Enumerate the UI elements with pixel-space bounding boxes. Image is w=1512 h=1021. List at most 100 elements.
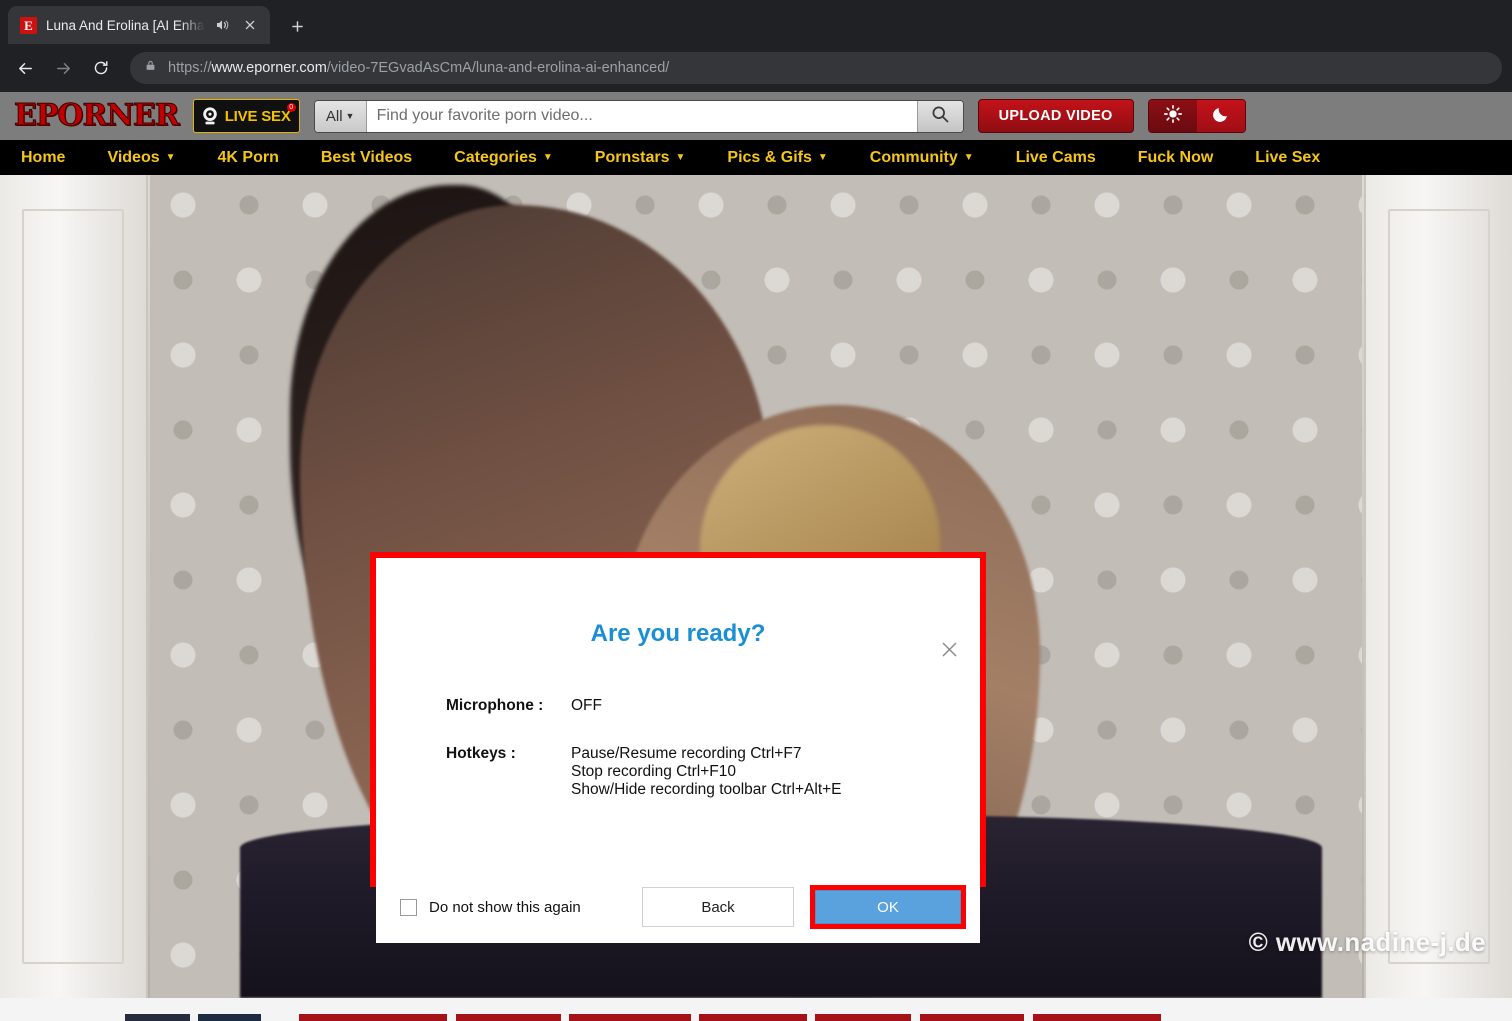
nav-item-4k-porn[interactable]: 4K Porn <box>197 140 300 175</box>
nav-item-home[interactable]: Home <box>0 140 86 175</box>
microphone-label: Microphone : <box>446 697 544 714</box>
video-watermark: © www.nadine-j.de <box>1248 927 1486 957</box>
chevron-down-icon: ▼ <box>817 151 828 163</box>
chevron-down-icon: ▼ <box>165 151 176 163</box>
do-not-show-again-checkbox[interactable]: Do not show this again <box>400 898 581 916</box>
below-fold-chip[interactable] <box>261 1014 299 1021</box>
nav-item-label: Live Sex <box>1255 148 1321 166</box>
live-sex-badge[interactable]: LIVE SEX 0 <box>192 99 300 133</box>
page-below-player <box>0 998 1512 1021</box>
scene-door-left <box>0 175 148 998</box>
chevron-down-icon: ▼ <box>345 111 355 121</box>
webcam-icon <box>199 105 221 127</box>
dialog-row-microphone: Microphone : OFF <box>376 697 980 715</box>
url-host: www.eporner.com <box>211 60 327 76</box>
below-fold-chip[interactable] <box>190 1014 198 1021</box>
speaker-icon[interactable] <box>214 17 230 33</box>
new-tab-button[interactable] <box>282 11 312 41</box>
live-sex-label: LIVE SEX <box>224 107 291 125</box>
below-fold-chip[interactable] <box>911 1014 920 1021</box>
site-search: All ▼ <box>313 99 964 133</box>
below-fold-strip <box>0 1008 1512 1021</box>
nav-item-videos[interactable]: Videos ▼ <box>86 140 196 175</box>
chevron-down-icon: ▼ <box>675 151 686 163</box>
nav-item-label: Pics & Gifs <box>727 148 812 166</box>
nav-item-pics-gifs[interactable]: Pics & Gifs ▼ <box>706 140 848 175</box>
below-fold-chip[interactable] <box>691 1014 699 1021</box>
search-scope-label: All <box>325 107 343 125</box>
below-fold-chip[interactable] <box>299 1014 447 1021</box>
search-submit-button[interactable] <box>916 100 963 132</box>
web-page: EPORNER LIVE SEX 0 All ▼ Find your favor… <box>0 92 1512 1021</box>
close-icon[interactable] <box>239 14 261 36</box>
below-fold-chip[interactable] <box>561 1014 569 1021</box>
search-scope-dropdown[interactable]: All ▼ <box>314 100 367 132</box>
dialog-row-hotkeys: Hotkeys : Pause/Resume recording Ctrl+F7… <box>376 745 980 799</box>
reload-icon[interactable] <box>84 51 118 85</box>
nav-item-label: Community <box>869 148 958 166</box>
search-input[interactable] <box>366 100 917 132</box>
nav-item-fuck-now[interactable]: Fuck Now <box>1117 140 1235 175</box>
below-fold-chip[interactable] <box>0 1014 125 1021</box>
close-icon[interactable] <box>934 634 964 664</box>
sun-icon <box>1163 104 1183 129</box>
below-fold-chip[interactable] <box>699 1014 807 1021</box>
nav-item-label: Videos <box>107 148 160 166</box>
below-fold-chip[interactable] <box>447 1014 456 1021</box>
chevron-down-icon: ▼ <box>542 151 553 163</box>
lock-icon <box>144 59 157 77</box>
back-arrow-icon[interactable] <box>8 51 42 85</box>
below-fold-chip[interactable] <box>1024 1014 1033 1021</box>
site-header: EPORNER LIVE SEX 0 All ▼ Find your favor… <box>0 92 1512 140</box>
back-button[interactable]: Back <box>642 887 794 927</box>
chevron-down-icon: ▼ <box>963 151 974 163</box>
upload-video-button[interactable]: UPLOAD VIDEO <box>977 99 1134 133</box>
browser-tab[interactable]: E Luna And Erolina [AI Enhanced <box>8 6 270 44</box>
below-fold-chip[interactable] <box>125 1014 190 1021</box>
theme-light-button[interactable] <box>1148 100 1197 132</box>
address-bar[interactable]: https://www.eporner.com/video-7EGvadAsCm… <box>130 52 1502 84</box>
address-bar-url: https://www.eporner.com/video-7EGvadAsCm… <box>168 60 669 76</box>
checkbox-box[interactable] <box>400 898 417 916</box>
below-fold-chip[interactable] <box>815 1014 911 1021</box>
moon-icon <box>1211 104 1231 129</box>
below-fold-chip[interactable] <box>807 1014 815 1021</box>
nav-item-label: 4K Porn <box>217 148 279 166</box>
browser-nav-bar: https://www.eporner.com/video-7EGvadAsCm… <box>0 44 1512 92</box>
hotkeys-label: Hotkeys : <box>446 745 516 763</box>
ready-dialog-highlight: Are you ready? Microphone : OFF Hotkeys … <box>370 552 986 943</box>
nav-item-label: Best Videos <box>320 148 413 166</box>
hotkeys-value: Pause/Resume recording Ctrl+F7 Stop reco… <box>571 745 842 799</box>
nav-item-label: Fuck Now <box>1137 148 1214 166</box>
forward-arrow-icon[interactable] <box>46 51 80 85</box>
nav-item-best-videos[interactable]: Best Videos <box>300 140 433 175</box>
theme-toggle <box>1147 99 1246 133</box>
do-not-show-again-label: Do not show this again <box>429 898 581 916</box>
search-icon <box>930 104 950 129</box>
nav-item-live-sex[interactable]: Live Sex <box>1234 140 1341 175</box>
ok-button[interactable]: OK <box>815 890 961 924</box>
below-fold-chip[interactable] <box>198 1014 261 1021</box>
ok-button-highlight: OK <box>810 885 966 929</box>
below-fold-chip[interactable] <box>569 1014 691 1021</box>
nav-item-community[interactable]: Community ▼ <box>849 140 995 175</box>
ready-dialog: Are you ready? Microphone : OFF Hotkeys … <box>376 620 980 943</box>
nav-item-pornstars[interactable]: Pornstars ▼ <box>574 140 707 175</box>
tab-title: Luna And Erolina [AI Enhanced <box>46 17 205 33</box>
dialog-buttons: Back OK <box>642 885 966 929</box>
site-nav: Home Videos ▼ 4K Porn Best Videos Categories ▼… <box>0 140 1512 175</box>
nav-item-categories[interactable]: Categories ▼ <box>433 140 574 175</box>
below-fold-chip[interactable] <box>920 1014 1024 1021</box>
live-sex-badge-count: 0 <box>286 103 296 112</box>
nav-item-label: Live Cams <box>1015 148 1096 166</box>
below-fold-chip[interactable] <box>1033 1014 1161 1021</box>
microphone-value: OFF <box>571 697 602 714</box>
tab-favicon-icon: E <box>20 16 37 34</box>
below-fold-chip[interactable] <box>456 1014 561 1021</box>
dialog-title: Are you ready? <box>590 620 766 647</box>
browser-chrome: E Luna And Erolina [AI Enhanced <box>0 0 1512 92</box>
theme-dark-button[interactable] <box>1196 100 1245 132</box>
site-logo[interactable]: EPORNER <box>12 100 181 131</box>
tab-strip: E Luna And Erolina [AI Enhanced <box>0 0 1512 44</box>
nav-item-live-cams[interactable]: Live Cams <box>995 140 1117 175</box>
